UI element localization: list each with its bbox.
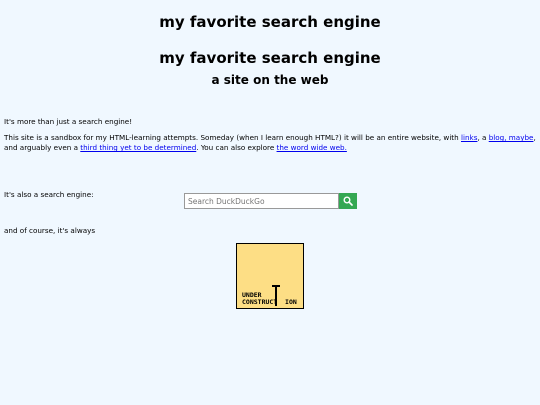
intro-text-1: This site is a sandbox for my HTML-learn… xyxy=(4,133,461,142)
sign-line-2: CONSTRUCT ION xyxy=(242,298,297,306)
intro-paragraph: This site is a sandbox for my HTML-learn… xyxy=(0,133,540,153)
search-button[interactable] xyxy=(339,193,357,209)
blog-link[interactable]: blog, maybe xyxy=(489,133,534,142)
intro-text-4: . You can also explore xyxy=(196,143,277,152)
subheading: a site on the web xyxy=(211,73,329,87)
intro-text-2: , a xyxy=(477,133,489,142)
under-construction-text: UNDER CONSTRUCT ION xyxy=(242,292,297,306)
search-form xyxy=(184,193,357,209)
under-construction-sign: UNDER CONSTRUCT ION xyxy=(236,243,304,309)
page-title: my favorite search engine xyxy=(159,13,381,31)
search-input[interactable] xyxy=(184,193,339,209)
always-text: and of course, it's always xyxy=(4,226,96,235)
magnifier-icon xyxy=(343,196,353,206)
links-link[interactable]: links xyxy=(461,133,477,142)
main-heading: my favorite search engine xyxy=(159,49,381,67)
third-thing-link[interactable]: third thing yet to be determined xyxy=(80,143,196,152)
tagline: It's more than just a search engine! xyxy=(4,117,133,126)
www-link[interactable]: the word wide web. xyxy=(277,143,347,152)
